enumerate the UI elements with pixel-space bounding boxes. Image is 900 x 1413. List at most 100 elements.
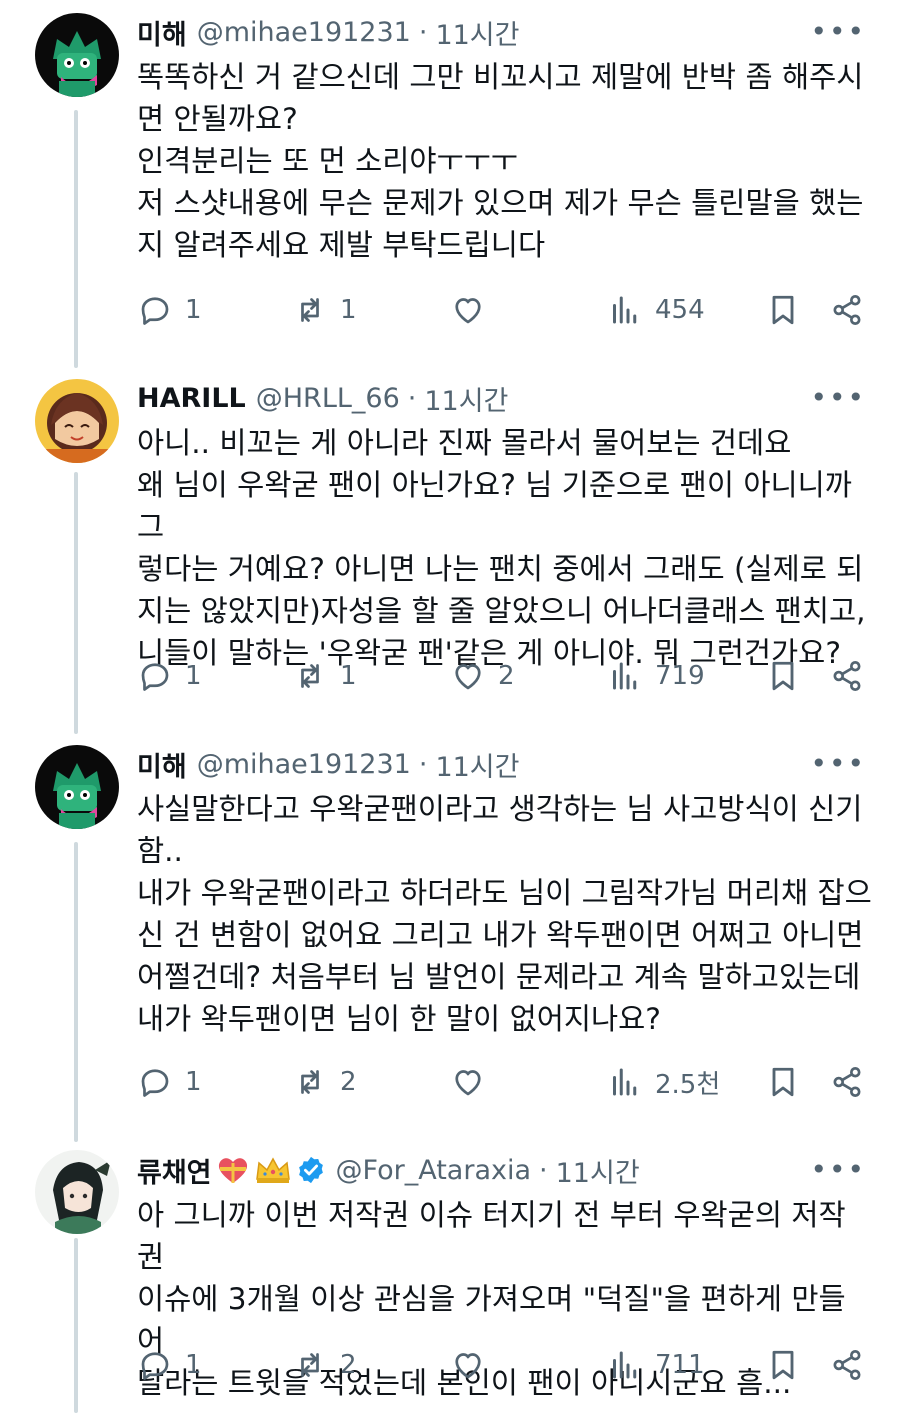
share-icon (833, 1350, 861, 1380)
repost-count: 1 (340, 661, 357, 691)
tweet[interactable]: 미해 @mihae191231 · 11시간 ••• 사실말한다고 우왁굳팬이라… (0, 734, 900, 1134)
more-dots-icon[interactable]: ••• (810, 750, 866, 778)
separator-dot: · (539, 1154, 548, 1186)
share-button[interactable] (829, 290, 865, 330)
like-button[interactable]: 2 (450, 656, 515, 696)
repost-button[interactable]: 1 (292, 656, 357, 696)
heart-outline-icon (455, 664, 481, 690)
display-name[interactable]: 미해 (137, 13, 187, 52)
share-button[interactable] (829, 1345, 865, 1385)
user-handle[interactable]: @For_Ataraxia (336, 1155, 532, 1186)
tweet-text-line: 똑똑하신 거 같으신데 그만 비꼬시고 제말에 반박 좀 해주시 (137, 60, 864, 94)
separator-dot: · (418, 16, 428, 48)
views-count: 711 (655, 1350, 705, 1380)
views-bar-chart-icon (613, 662, 637, 690)
tweet-text-line: 내가 우왁굳팬이라고 하더라도 님이 그림작가님 머리채 잡으 (137, 876, 872, 910)
display-name[interactable]: 류채연 (137, 1151, 212, 1190)
more-dots-icon[interactable]: ••• (810, 384, 866, 412)
share-button[interactable] (829, 656, 865, 696)
tweet[interactable]: 미해 @mihae191231 · 11시간 ••• 똑똑하신 거 같으신데 그… (0, 0, 900, 360)
repost-arrows-icon (301, 1353, 319, 1377)
brown-hair-character-avatar-icon (35, 379, 119, 463)
views-bar-chart-icon (613, 296, 637, 324)
repost-arrows-icon (301, 298, 319, 322)
avatar[interactable] (35, 1150, 119, 1234)
bookmark-button[interactable] (765, 1345, 801, 1385)
tweet-header: 미해 @mihae191231 · 11시간 (137, 744, 519, 784)
tweet-text-line: 인격분리는 또 먼 소리야ㅜㅜㅜ (137, 144, 518, 178)
reply-button[interactable]: 1 (137, 1345, 202, 1385)
reply-button[interactable]: 1 (137, 290, 202, 330)
reply-bubble-icon (141, 1069, 169, 1097)
timestamp[interactable]: 11시간 (556, 1151, 640, 1190)
bookmark-button[interactable] (765, 290, 801, 330)
repost-button[interactable]: 2 (292, 1062, 357, 1102)
repost-count: 1 (340, 295, 357, 325)
views-button[interactable]: 454 (607, 290, 705, 330)
repost-button[interactable]: 1 (292, 290, 357, 330)
reply-count: 1 (185, 661, 202, 691)
share-icon (833, 661, 861, 691)
like-button[interactable] (450, 1062, 498, 1102)
views-button[interactable]: 711 (607, 1345, 705, 1385)
avatar[interactable] (35, 13, 119, 97)
bookmark-button[interactable] (765, 656, 801, 696)
more-dots-icon[interactable]: ••• (810, 1156, 866, 1184)
bookmark-icon (772, 1350, 794, 1380)
tweet-header: 미해 @mihae191231 · 11시간 (137, 12, 519, 52)
verified-badge-icon[interactable] (296, 1155, 326, 1185)
share-button[interactable] (829, 1062, 865, 1102)
reply-bubble-icon (141, 663, 169, 691)
tweet-text-line: 신 건 변함이 없어요 그리고 내가 왁두팬이면 어쩌고 아니면 (137, 918, 864, 952)
display-name[interactable]: 미해 (137, 745, 187, 784)
repost-button[interactable]: 2 (292, 1345, 357, 1385)
tweet-text-line: 내가 왁두팬이면 님이 한 말이 없어지나요? (137, 1002, 661, 1036)
like-button[interactable] (450, 290, 498, 330)
heart-outline-icon (455, 1070, 481, 1096)
tweet-text: 아니.. 비꼬는 게 아니라 진짜 몰라서 물어보는 건데요 왜 님이 우왁굳 … (137, 422, 872, 674)
reply-button[interactable]: 1 (137, 656, 202, 696)
tweet-text-line: 어쩔건데? 처음부터 님 발언이 문제라고 계속 말하고있는데 (137, 960, 861, 994)
timestamp[interactable]: 11시간 (435, 13, 519, 52)
views-button[interactable]: 2.5천 (607, 1062, 720, 1102)
views-bar-chart-icon (613, 1351, 637, 1379)
user-handle[interactable]: @mihae191231 (197, 749, 411, 780)
tweet-text-line: 렇다는 거예요? 아니면 나는 팬치 중에서 그래도 (실제로 되 (137, 552, 864, 586)
timestamp[interactable]: 11시간 (424, 379, 508, 418)
heart-outline-icon (455, 1353, 481, 1379)
display-name[interactable]: HARILL (137, 383, 246, 414)
repost-count: 2 (340, 1350, 357, 1380)
tweet-text-line: 사실말한다고 우왁굳팬이라고 생각하는 님 사고방식이 신기 (137, 792, 863, 826)
reply-bubble-icon (141, 1352, 169, 1380)
reply-count: 1 (185, 1350, 202, 1380)
tweet-text-line: 지는 않았지만)자성을 할 줄 알았으니 어나더클래스 팬치고, (137, 594, 866, 628)
reply-button[interactable]: 1 (137, 1062, 202, 1102)
like-button[interactable] (450, 1345, 498, 1385)
repost-count: 2 (340, 1067, 357, 1097)
tweet-header: 류채연 @For_Ataraxia · 11시간 (137, 1150, 640, 1190)
user-handle[interactable]: @mihae191231 (197, 17, 411, 48)
action-bar: 1 1 454 (137, 290, 867, 330)
tweet-text-line: 아 그니까 이번 저작권 이슈 터지기 전 부터 우왁굳의 저작권 (137, 1198, 846, 1274)
action-bar: 1 1 2 719 (137, 656, 867, 696)
views-count: 2.5천 (655, 1069, 721, 1100)
bookmark-button[interactable] (765, 1062, 801, 1102)
avatar[interactable] (35, 745, 119, 829)
tweet[interactable]: 류채연 @For_Ataraxia · 11시간 ••• 아 그니까 이번 저작… (0, 1142, 900, 1413)
repost-arrows-icon (301, 1070, 319, 1094)
tweet-text-line: 함.. (137, 834, 183, 868)
views-bar-chart-icon (613, 1068, 637, 1096)
user-handle[interactable]: @HRLL_66 (256, 383, 400, 414)
reply-bubble-icon (141, 297, 169, 325)
views-count: 454 (655, 295, 705, 325)
views-count: 719 (655, 661, 705, 691)
bookmark-icon (772, 661, 794, 691)
tweet[interactable]: HARILL @HRLL_66 · 11시간 ••• 아니.. 비꼬는 게 아니… (0, 368, 900, 728)
more-dots-icon[interactable]: ••• (810, 18, 866, 46)
share-icon (833, 1067, 861, 1097)
anime-girl-avatar-icon (35, 1150, 119, 1234)
views-button[interactable]: 719 (607, 656, 705, 696)
avatar[interactable] (35, 379, 119, 463)
tweet-text: 사실말한다고 우왁굳팬이라고 생각하는 님 사고방식이 신기 함.. 내가 우왁… (137, 788, 872, 1040)
timestamp[interactable]: 11시간 (435, 745, 519, 784)
